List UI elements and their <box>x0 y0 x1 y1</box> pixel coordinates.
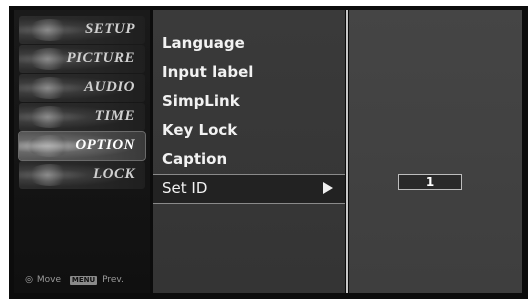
menu-item-caption[interactable]: Caption <box>153 146 345 174</box>
category-label: PICTURE <box>66 50 135 66</box>
category-option[interactable]: OPTION <box>18 131 146 161</box>
menu-item-label: Set ID <box>162 179 208 197</box>
lock-icon <box>27 164 73 186</box>
menu-item-set-id[interactable]: Set ID <box>153 174 345 204</box>
category-time[interactable]: TIME <box>19 103 145 131</box>
menu-item-label: SimpLink <box>162 92 240 110</box>
category-label: AUDIO <box>84 79 135 95</box>
option-icon <box>27 135 73 157</box>
menu-item-label: Key Lock <box>162 121 238 139</box>
category-sidebar: SETUP PICTURE AUDIO TIME OPTION LOCK ◎ M… <box>14 10 150 293</box>
move-label: Move <box>36 275 62 285</box>
category-setup[interactable]: SETUP <box>19 16 145 44</box>
panel-divider <box>346 10 348 293</box>
navigation-hint: ◎ Move MENU Prev. <box>24 275 124 285</box>
set-id-value-field[interactable]: 1 <box>398 174 462 190</box>
menu-item-label: Input label <box>162 63 254 81</box>
category-lock[interactable]: LOCK <box>19 161 145 189</box>
category-label: SETUP <box>84 21 135 37</box>
move-arrows-icon: ◎ <box>25 275 33 285</box>
category-audio[interactable]: AUDIO <box>19 74 145 102</box>
arrow-right-icon <box>323 182 333 194</box>
menu-item-language[interactable]: Language <box>153 30 345 58</box>
osd-menu-window: SETUP PICTURE AUDIO TIME OPTION LOCK ◎ M… <box>9 6 528 299</box>
menu-item-label: Caption <box>162 150 228 168</box>
audio-icon <box>27 77 73 99</box>
time-icon <box>27 106 73 128</box>
category-picture[interactable]: PICTURE <box>19 45 145 73</box>
setup-icon <box>27 19 73 41</box>
option-menu-list: Language Input label SimpLink Key Lock C… <box>153 10 345 293</box>
category-label: LOCK <box>92 166 135 182</box>
category-label: TIME <box>94 108 135 124</box>
value-panel: 1 <box>349 10 522 293</box>
menu-item-simplink[interactable]: SimpLink <box>153 88 345 116</box>
menu-item-key-lock[interactable]: Key Lock <box>153 117 345 145</box>
menu-key-icon: MENU <box>69 276 98 285</box>
menu-item-input-label[interactable]: Input label <box>153 59 345 87</box>
menu-item-label: Language <box>162 34 245 52</box>
prev-label: Prev. <box>102 275 124 285</box>
category-label: OPTION <box>75 137 135 153</box>
